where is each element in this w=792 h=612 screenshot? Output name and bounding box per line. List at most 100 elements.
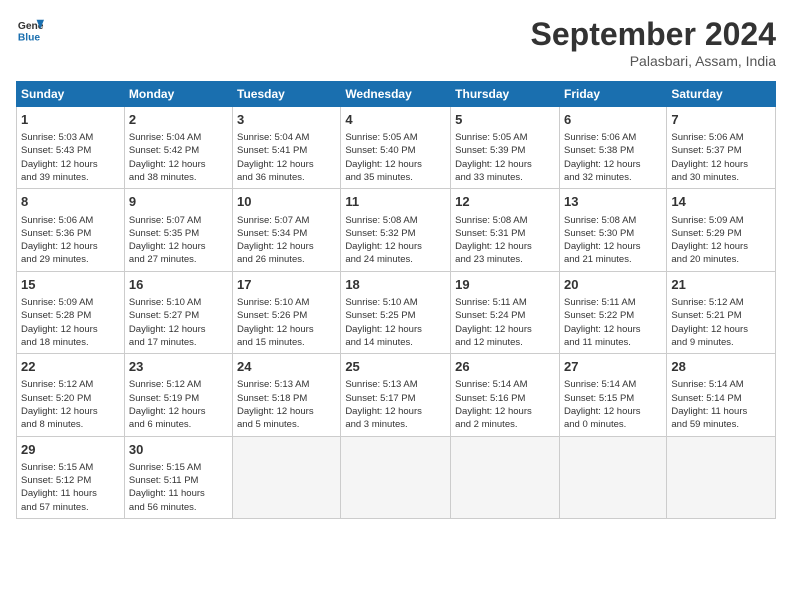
calendar-cell: 27Sunrise: 5:14 AM Sunset: 5:15 PM Dayli… (559, 354, 666, 436)
day-number: 11 (345, 193, 446, 211)
calendar-cell: 25 Sunrise: 5:13 AM Sunset: 5:17 PM Dayli… (341, 354, 451, 436)
day-info: Sunrise: 5:12 AM Sunset: 5:19 PM Dayligh… (129, 378, 228, 431)
day-number: 7 (671, 111, 771, 129)
day-info: Sunrise: 5:08 AM Sunset: 5:30 PM Dayligh… (564, 214, 662, 267)
calendar-cell: 15 Sunrise: 5:09 AM Sunset: 5:28 PM Dayli… (17, 271, 125, 353)
day-info: Sunrise: 5:07 AM Sunset: 5:35 PM Dayligh… (129, 214, 228, 267)
calendar-table: SundayMondayTuesdayWednesdayThursdayFrid… (16, 81, 776, 519)
week-row-1: 1 Sunrise: 5:03 AM Sunset: 5:43 PM Daylig… (17, 107, 776, 189)
calendar-cell: 5 Sunrise: 5:05 AM Sunset: 5:39 PM Daylig… (451, 107, 560, 189)
day-number: 14 (671, 193, 771, 211)
day-info: Sunrise: 5:10 AM Sunset: 5:25 PM Dayligh… (345, 296, 446, 349)
day-number: 1 (21, 111, 120, 129)
day-number: 29 (21, 441, 120, 459)
calendar-cell (559, 436, 666, 518)
calendar-cell: 6 Sunrise: 5:06 AM Sunset: 5:38 PM Daylig… (559, 107, 666, 189)
day-info: Sunrise: 5:05 AM Sunset: 5:40 PM Dayligh… (345, 131, 446, 184)
weekday-header-thursday: Thursday (451, 82, 560, 107)
day-number: 18 (345, 276, 446, 294)
day-number: 13 (564, 193, 662, 211)
calendar-cell: 12 Sunrise: 5:08 AM Sunset: 5:31 PM Dayli… (451, 189, 560, 271)
day-number: 20 (564, 276, 662, 294)
day-number: 19 (455, 276, 555, 294)
day-info: Sunrise: 5:10 AM Sunset: 5:26 PM Dayligh… (237, 296, 336, 349)
calendar-cell: 28 Sunrise: 5:14 AM Sunset: 5:14 PM Dayli… (667, 354, 776, 436)
day-number: 16 (129, 276, 228, 294)
logo-icon: General Blue (16, 16, 44, 44)
day-number: 9 (129, 193, 228, 211)
day-number: 23 (129, 358, 228, 376)
day-info: Sunrise: 5:09 AM Sunset: 5:28 PM Dayligh… (21, 296, 120, 349)
day-info: Sunrise: 5:15 AM Sunset: 5:11 PM Dayligh… (129, 461, 228, 514)
day-info: Sunrise: 5:05 AM Sunset: 5:39 PM Dayligh… (455, 131, 555, 184)
day-info: Sunrise: 5:09 AM Sunset: 5:29 PM Dayligh… (671, 214, 771, 267)
weekday-header-wednesday: Wednesday (341, 82, 451, 107)
day-info: Sunrise: 5:11 AM Sunset: 5:24 PM Dayligh… (455, 296, 555, 349)
day-info: Sunrise: 5:15 AM Sunset: 5:12 PM Dayligh… (21, 461, 120, 514)
day-info: Sunrise: 5:14 AM Sunset: 5:14 PM Dayligh… (671, 378, 771, 431)
day-info: Sunrise: 5:04 AM Sunset: 5:42 PM Dayligh… (129, 131, 228, 184)
day-number: 30 (129, 441, 228, 459)
calendar-cell: 16 Sunrise: 5:10 AM Sunset: 5:27 PM Dayli… (124, 271, 232, 353)
title-block: September 2024 Palasbari, Assam, India (531, 16, 776, 69)
day-number: 15 (21, 276, 120, 294)
day-info: Sunrise: 5:06 AM Sunset: 5:38 PM Dayligh… (564, 131, 662, 184)
weekday-header-saturday: Saturday (667, 82, 776, 107)
calendar-cell: 9 Sunrise: 5:07 AM Sunset: 5:35 PM Daylig… (124, 189, 232, 271)
day-number: 5 (455, 111, 555, 129)
day-info: Sunrise: 5:04 AM Sunset: 5:41 PM Dayligh… (237, 131, 336, 184)
calendar-cell: 11 Sunrise: 5:08 AM Sunset: 5:32 PM Dayli… (341, 189, 451, 271)
calendar-cell: 2 Sunrise: 5:04 AM Sunset: 5:42 PM Daylig… (124, 107, 232, 189)
day-info: Sunrise: 5:10 AM Sunset: 5:27 PM Dayligh… (129, 296, 228, 349)
calendar-cell: 30 Sunrise: 5:15 AM Sunset: 5:11 PM Dayli… (124, 436, 232, 518)
calendar-cell: 8Sunrise: 5:06 AM Sunset: 5:36 PM Daylig… (17, 189, 125, 271)
calendar-cell: 7Sunrise: 5:06 AM Sunset: 5:37 PM Daylig… (667, 107, 776, 189)
day-number: 2 (129, 111, 228, 129)
calendar-cell: 17 Sunrise: 5:10 AM Sunset: 5:26 PM Dayli… (233, 271, 341, 353)
day-info: Sunrise: 5:08 AM Sunset: 5:31 PM Dayligh… (455, 214, 555, 267)
day-info: Sunrise: 5:06 AM Sunset: 5:36 PM Dayligh… (21, 214, 120, 267)
calendar-cell: 24 Sunrise: 5:13 AM Sunset: 5:18 PM Dayli… (233, 354, 341, 436)
calendar-cell: 4 Sunrise: 5:05 AM Sunset: 5:40 PM Daylig… (341, 107, 451, 189)
calendar-cell (451, 436, 560, 518)
week-row-4: 22 Sunrise: 5:12 AM Sunset: 5:20 PM Dayli… (17, 354, 776, 436)
day-number: 4 (345, 111, 446, 129)
calendar-cell: 10Sunrise: 5:07 AM Sunset: 5:34 PM Dayli… (233, 189, 341, 271)
week-row-2: 8Sunrise: 5:06 AM Sunset: 5:36 PM Daylig… (17, 189, 776, 271)
calendar-cell: 21Sunrise: 5:12 AM Sunset: 5:21 PM Dayli… (667, 271, 776, 353)
day-number: 17 (237, 276, 336, 294)
weekday-header-monday: Monday (124, 82, 232, 107)
day-info: Sunrise: 5:14 AM Sunset: 5:16 PM Dayligh… (455, 378, 555, 431)
logo: General Blue (16, 16, 44, 44)
calendar-cell: 14 Sunrise: 5:09 AM Sunset: 5:29 PM Dayli… (667, 189, 776, 271)
day-info: Sunrise: 5:12 AM Sunset: 5:20 PM Dayligh… (21, 378, 120, 431)
weekday-header-friday: Friday (559, 82, 666, 107)
location-subtitle: Palasbari, Assam, India (531, 53, 776, 69)
day-info: Sunrise: 5:13 AM Sunset: 5:17 PM Dayligh… (345, 378, 446, 431)
calendar-cell: 20 Sunrise: 5:11 AM Sunset: 5:22 PM Dayli… (559, 271, 666, 353)
calendar-cell (341, 436, 451, 518)
day-number: 6 (564, 111, 662, 129)
calendar-cell: 23 Sunrise: 5:12 AM Sunset: 5:19 PM Dayli… (124, 354, 232, 436)
day-info: Sunrise: 5:08 AM Sunset: 5:32 PM Dayligh… (345, 214, 446, 267)
day-info: Sunrise: 5:11 AM Sunset: 5:22 PM Dayligh… (564, 296, 662, 349)
calendar-cell (233, 436, 341, 518)
svg-text:Blue: Blue (18, 32, 41, 43)
day-number: 24 (237, 358, 336, 376)
day-info: Sunrise: 5:03 AM Sunset: 5:43 PM Dayligh… (21, 131, 120, 184)
week-row-3: 15 Sunrise: 5:09 AM Sunset: 5:28 PM Dayli… (17, 271, 776, 353)
day-number: 25 (345, 358, 446, 376)
day-number: 27 (564, 358, 662, 376)
day-number: 10 (237, 193, 336, 211)
page-header: General Blue September 2024 Palasbari, A… (16, 16, 776, 69)
day-number: 12 (455, 193, 555, 211)
calendar-cell (667, 436, 776, 518)
day-info: Sunrise: 5:13 AM Sunset: 5:18 PM Dayligh… (237, 378, 336, 431)
calendar-cell: 1 Sunrise: 5:03 AM Sunset: 5:43 PM Daylig… (17, 107, 125, 189)
weekday-header-row: SundayMondayTuesdayWednesdayThursdayFrid… (17, 82, 776, 107)
day-number: 28 (671, 358, 771, 376)
calendar-cell: 18 Sunrise: 5:10 AM Sunset: 5:25 PM Dayli… (341, 271, 451, 353)
day-info: Sunrise: 5:12 AM Sunset: 5:21 PM Dayligh… (671, 296, 771, 349)
day-number: 3 (237, 111, 336, 129)
day-number: 22 (21, 358, 120, 376)
